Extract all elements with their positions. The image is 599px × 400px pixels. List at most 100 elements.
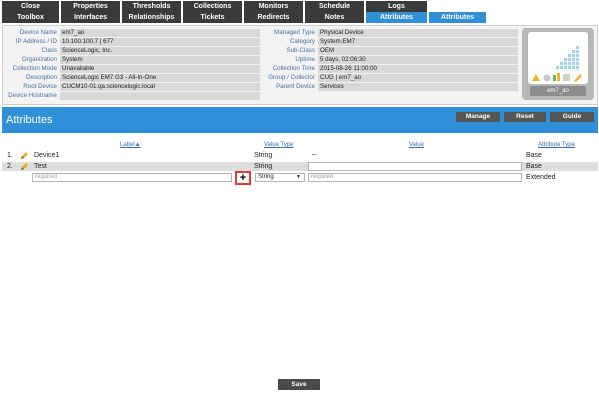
info-value: ScienceLogic, Inc. bbox=[60, 47, 260, 55]
edit-icon[interactable] bbox=[20, 151, 29, 160]
new-attribute-type: Extended bbox=[526, 174, 556, 181]
info-value: OEM bbox=[318, 47, 518, 55]
reset-button[interactable]: Reset bbox=[504, 112, 546, 122]
row-attribute-type: Base bbox=[526, 163, 542, 170]
info-label: Category bbox=[289, 38, 315, 45]
info-row: Parent Device Services bbox=[265, 83, 519, 91]
info-value: System.EM7 bbox=[318, 38, 518, 46]
header-label[interactable]: Label▲ bbox=[120, 141, 141, 149]
tab-attributes-2[interactable]: Attributes bbox=[429, 12, 487, 23]
info-label: Managed Type bbox=[274, 29, 315, 36]
save-button[interactable]: Save bbox=[278, 379, 320, 390]
info-row: Device Name em7_ao bbox=[3, 29, 265, 37]
info-value: Physical Device bbox=[318, 29, 518, 37]
info-label: Collection Mode bbox=[12, 65, 57, 72]
guide-button[interactable]: Guide bbox=[550, 112, 594, 122]
row-index: 2. bbox=[7, 163, 13, 170]
chart-icon bbox=[553, 75, 556, 81]
info-row: Class ScienceLogic, Inc. bbox=[3, 47, 265, 55]
tab-bar: Close Properties Thresholds Collections … bbox=[0, 0, 599, 24]
tab-attributes[interactable]: Attributes bbox=[366, 12, 428, 23]
info-row: Group / Collector CUG | em7_ao bbox=[265, 74, 519, 82]
row-attribute-type: Base bbox=[526, 152, 542, 159]
table-row: 2. Test String Base bbox=[2, 162, 598, 171]
device-thumbnail-image bbox=[528, 32, 588, 84]
info-row: Uptime 5 days, 02:06:30 bbox=[265, 56, 519, 64]
tab-redirects[interactable]: Redirects bbox=[244, 12, 304, 23]
info-row: Collection Time 2015-08-26 11:00:00 bbox=[265, 65, 519, 73]
tab-toolbox[interactable]: Toolbox bbox=[2, 12, 60, 23]
info-label: Group / Collector bbox=[268, 74, 315, 81]
pencil-icon bbox=[574, 74, 582, 82]
info-label: Uptime bbox=[295, 56, 315, 63]
row-label: Device1 bbox=[34, 152, 60, 159]
add-attribute-button[interactable]: + bbox=[235, 171, 251, 185]
row-index: 1. bbox=[7, 152, 13, 159]
tab-notes[interactable]: Notes bbox=[305, 12, 365, 23]
info-value: 5 days, 02:06:30 bbox=[318, 56, 518, 64]
tab-schedule[interactable]: Schedule bbox=[305, 1, 365, 12]
row-value-type: String bbox=[254, 163, 273, 170]
info-row: Root Device CUCM10-01.qa.sciencelogic.lo… bbox=[3, 83, 265, 91]
info-label: Parent Device bbox=[276, 83, 315, 90]
tab-close[interactable]: Close bbox=[2, 1, 60, 12]
table-row: 1. Device1 String -- Base bbox=[2, 151, 598, 160]
parent-device-link[interactable]: Services bbox=[318, 83, 518, 91]
device-thumbnail-name: em7_ao bbox=[530, 86, 586, 96]
info-row: IP Address / ID 10.100.100.7 | 677 bbox=[3, 38, 265, 46]
tab-properties[interactable]: Properties bbox=[61, 1, 121, 12]
info-row: Category System.EM7 bbox=[265, 38, 519, 46]
device-info-panel: Device Name em7_ao IP Address / ID 10.10… bbox=[2, 25, 598, 105]
info-row: Managed Type Physical Device bbox=[265, 29, 519, 37]
chevron-down-icon: ▼ bbox=[296, 174, 301, 180]
info-value: 2015-08-26 11:00:00 bbox=[318, 65, 518, 73]
info-row: Description ScienceLogic EM7 G3 - All-In… bbox=[3, 74, 265, 82]
info-row: Sub-Class OEM bbox=[265, 47, 519, 55]
new-label-input[interactable]: required bbox=[32, 173, 232, 182]
header-attribute-type[interactable]: Attribute Type bbox=[538, 141, 575, 149]
info-label: Device Name bbox=[19, 29, 57, 36]
info-row: Device Hostname bbox=[3, 92, 265, 100]
tab-collections[interactable]: Collections bbox=[183, 1, 243, 12]
row-value-input[interactable] bbox=[308, 162, 522, 171]
device-thumbnail: em7_ao bbox=[522, 28, 594, 100]
tab-logs[interactable]: Logs bbox=[366, 1, 428, 12]
page-title: Attributes bbox=[6, 114, 53, 126]
info-label: IP Address / ID bbox=[15, 38, 57, 45]
info-row: Organization System bbox=[3, 56, 265, 64]
manage-button[interactable]: Manage bbox=[456, 112, 500, 122]
info-label: Root Device bbox=[23, 83, 57, 90]
tab-relationships[interactable]: Relationships bbox=[122, 12, 182, 23]
new-value-input[interactable]: required bbox=[308, 173, 522, 182]
info-label: Organization bbox=[21, 56, 57, 63]
info-row: Collection Mode Unavailable bbox=[3, 65, 265, 73]
root-device-link[interactable]: CUCM10-01.qa.sciencelogic.local bbox=[60, 83, 260, 91]
row-value: -- bbox=[312, 152, 317, 159]
tab-monitors[interactable]: Monitors bbox=[244, 1, 304, 12]
tab-tickets[interactable]: Tickets bbox=[183, 12, 243, 23]
info-value: 10.100.100.7 | 677 bbox=[60, 38, 260, 46]
gear-icon bbox=[543, 74, 551, 82]
info-label: Class bbox=[41, 47, 57, 54]
info-value: em7_ao bbox=[60, 29, 260, 37]
info-label: Sub-Class bbox=[286, 47, 315, 54]
attributes-header: Attributes Manage Reset Guide bbox=[2, 107, 598, 133]
row-label: Test bbox=[34, 163, 47, 170]
edit-icon[interactable] bbox=[20, 162, 29, 171]
header-value[interactable]: Value bbox=[409, 141, 424, 149]
info-value: System bbox=[60, 56, 260, 64]
info-value: ScienceLogic EM7 G3 - All-In-One bbox=[60, 74, 260, 82]
info-value: Unavailable bbox=[60, 65, 260, 73]
info-label: Device Hostname bbox=[8, 92, 57, 99]
info-value bbox=[60, 92, 260, 100]
header-value-type[interactable]: Value Type bbox=[264, 141, 293, 149]
tab-thresholds[interactable]: Thresholds bbox=[122, 1, 182, 12]
info-label: Collection Time bbox=[272, 65, 315, 72]
info-label: Description bbox=[26, 74, 57, 81]
value-type-selected: String bbox=[258, 174, 274, 180]
row-value-type: String bbox=[254, 152, 273, 159]
value-type-select[interactable]: String ▼ bbox=[255, 173, 305, 182]
info-value: CUG | em7_ao bbox=[318, 74, 518, 82]
new-attribute-row: required + String ▼ required Extended bbox=[2, 171, 598, 185]
tab-interfaces[interactable]: Interfaces bbox=[61, 12, 121, 23]
